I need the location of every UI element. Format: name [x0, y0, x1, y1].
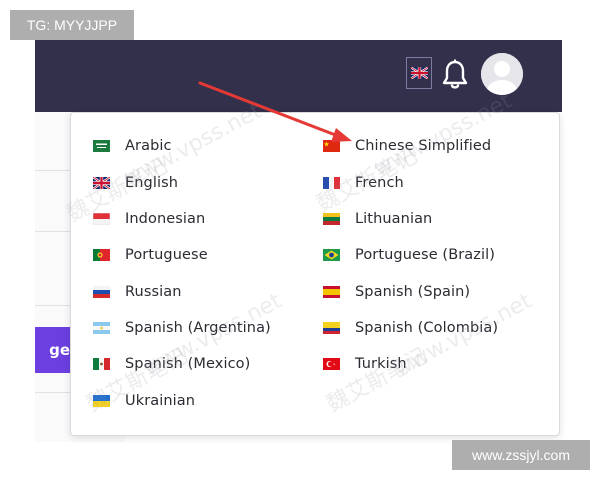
portugal-flag-icon: [93, 249, 110, 261]
user-avatar-button[interactable]: [481, 53, 523, 95]
divider: [35, 231, 75, 232]
language-option-portuguese[interactable]: Portuguese: [93, 244, 208, 266]
language-option-arabic[interactable]: Arabic: [93, 135, 172, 157]
ukraine-flag-icon: [93, 395, 110, 407]
language-option-portuguese-brazil[interactable]: Portuguese (Brazil): [323, 244, 495, 266]
lithuania-flag-icon: [323, 213, 340, 225]
language-option-chinese-simplified[interactable]: Chinese Simplified: [323, 135, 491, 157]
language-label: Arabic: [125, 138, 172, 154]
partial-purple-button[interactable]: ge: [35, 327, 72, 373]
divider: [35, 305, 75, 306]
indonesia-flag-icon: [93, 213, 110, 225]
language-option-russian[interactable]: Russian: [93, 281, 182, 303]
language-option-lithuanian[interactable]: Lithuanian: [323, 208, 432, 230]
uk-flag-icon: [93, 177, 110, 189]
language-label: Spanish (Argentina): [125, 320, 271, 336]
language-option-ukrainian[interactable]: Ukrainian: [93, 390, 195, 412]
user-avatar-icon: [481, 53, 523, 95]
language-dropdown-menu: Arabic English Indonesian Portuguese Rus…: [70, 112, 560, 436]
language-option-spanish-spain[interactable]: Spanish (Spain): [323, 281, 470, 303]
language-label: Ukrainian: [125, 393, 196, 409]
language-label: Spanish (Mexico): [125, 356, 251, 372]
language-option-english[interactable]: English: [93, 172, 178, 194]
mexico-flag-icon: [93, 358, 110, 370]
language-label: Russian: [125, 284, 182, 300]
spain-flag-icon: [323, 286, 340, 298]
turkey-flag-icon: [323, 358, 340, 370]
language-label: Portuguese (Brazil): [355, 247, 496, 263]
russia-flag-icon: [93, 286, 110, 298]
china-flag-icon: [323, 140, 340, 152]
language-label: Spanish (Colombia): [355, 320, 499, 336]
language-label: Chinese Simplified: [355, 138, 492, 154]
telegram-watermark-label: TG: MYYJJPP: [10, 10, 134, 40]
bell-icon: [442, 59, 468, 89]
colombia-flag-icon: [323, 322, 340, 334]
france-flag-icon: [323, 177, 340, 189]
language-option-spanish-mexico[interactable]: Spanish (Mexico): [93, 353, 250, 375]
site-watermark-label: www.zssjyl.com: [452, 440, 590, 470]
language-label: French: [355, 175, 404, 191]
language-option-spanish-argentina[interactable]: Spanish (Argentina): [93, 317, 271, 339]
language-option-turkish[interactable]: Turkish: [323, 353, 407, 375]
language-label: Indonesian: [125, 211, 206, 227]
notifications-button[interactable]: [440, 58, 470, 92]
saudi-flag-icon: [93, 140, 110, 152]
divider: [35, 392, 75, 393]
language-label: English: [125, 175, 179, 191]
screenshot-stage: ge Arabic English Indonesian Portuguese …: [0, 0, 600, 480]
language-label: Turkish: [355, 356, 407, 372]
language-option-spanish-colombia[interactable]: Spanish (Colombia): [323, 317, 498, 339]
language-option-indonesian[interactable]: Indonesian: [93, 208, 205, 230]
language-label: Portuguese: [125, 247, 208, 263]
language-switcher-button[interactable]: [406, 57, 432, 89]
language-label: Lithuanian: [355, 211, 433, 227]
argentina-flag-icon: [93, 322, 110, 334]
language-option-french[interactable]: French: [323, 172, 404, 194]
brazil-flag-icon: [323, 249, 340, 261]
uk-flag-icon: [410, 67, 428, 79]
language-label: Spanish (Spain): [355, 284, 471, 300]
divider: [35, 170, 75, 171]
